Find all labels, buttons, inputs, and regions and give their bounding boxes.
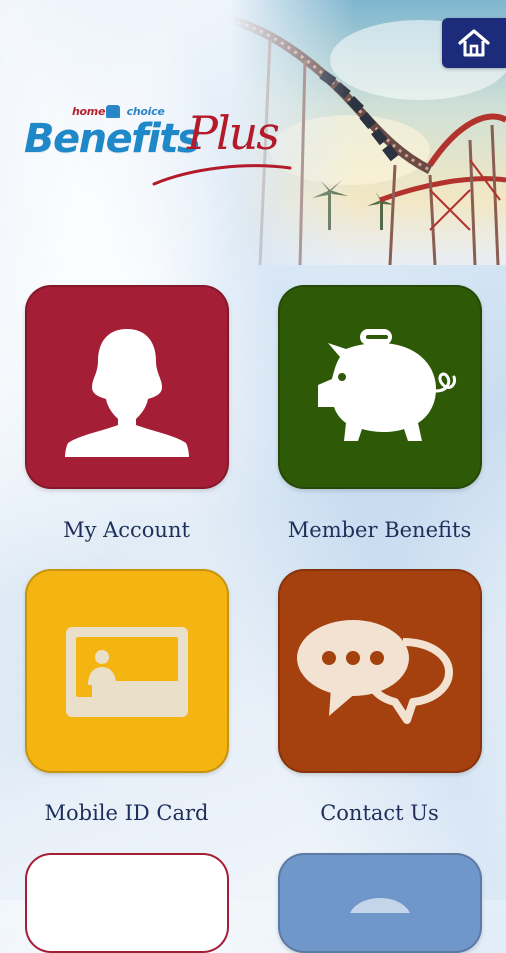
member-benefits-tile[interactable] <box>278 285 482 489</box>
piggy-bank-icon <box>318 329 456 441</box>
my-account-tile[interactable] <box>25 285 229 489</box>
home-icon <box>458 29 490 57</box>
contact-us-label[interactable]: Contact Us <box>253 801 506 825</box>
home-button[interactable] <box>442 18 506 68</box>
member-benefits-label[interactable]: Member Benefits <box>253 518 506 542</box>
contact-us-tile[interactable] <box>278 569 482 773</box>
next-tile-left[interactable] <box>25 853 229 953</box>
logo-plus-text: Plus <box>187 106 280 160</box>
chat-bubbles-icon <box>297 620 453 724</box>
my-account-label[interactable]: My Account <box>0 518 253 542</box>
mobile-id-card-tile[interactable] <box>25 569 229 773</box>
id-card-icon <box>66 627 188 717</box>
logo-swoosh <box>152 164 292 186</box>
benefits-plus-logo: home choice Benefits Plus <box>22 102 292 192</box>
mobile-id-card-label[interactable]: Mobile ID Card <box>0 801 253 825</box>
person-icon <box>65 329 189 457</box>
next-tile-right[interactable] <box>278 853 482 953</box>
partial-icon <box>350 898 410 913</box>
